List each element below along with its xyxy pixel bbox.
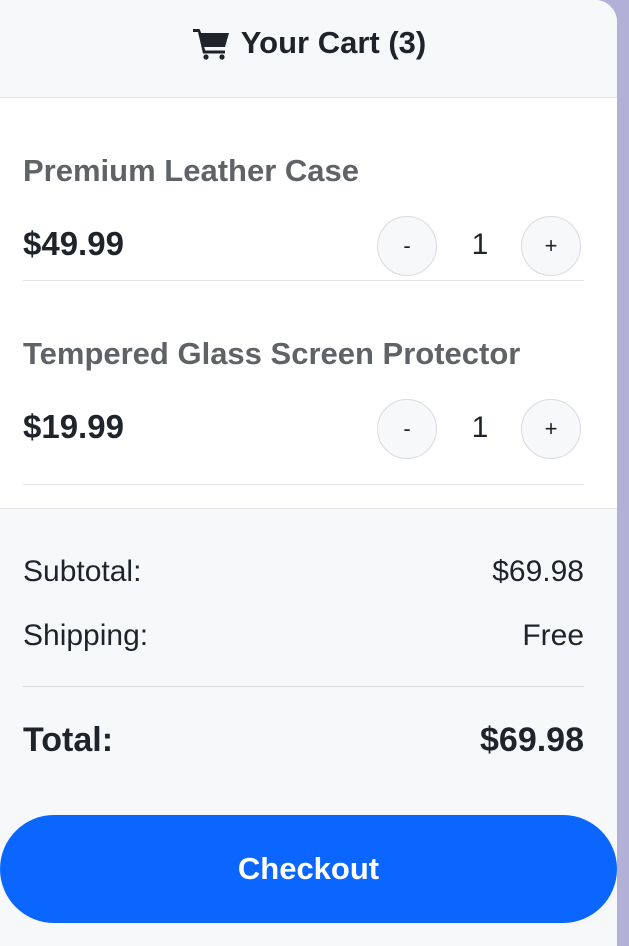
- shipping-row: Shipping: Free: [23, 619, 584, 653]
- item-name: Premium Leather Case: [23, 153, 359, 188]
- total-label: Total:: [23, 721, 114, 759]
- cart-items-list: Premium Leather Case $49.99 - 1 + Temper…: [0, 98, 617, 508]
- cart-header: Your Cart (3): [0, 0, 617, 98]
- item-name: Tempered Glass Screen Protector: [23, 336, 521, 371]
- checkout-button[interactable]: Checkout: [0, 815, 617, 923]
- cart-item: Premium Leather Case $49.99 - 1 +: [23, 98, 584, 281]
- subtotal-value: $69.98: [492, 555, 584, 588]
- item-price: $49.99: [23, 225, 124, 262]
- decrement-button[interactable]: -: [377, 399, 437, 459]
- cart-item: Tempered Glass Screen Protector $19.99 -…: [23, 303, 584, 485]
- shopping-cart-icon: [192, 28, 229, 60]
- decrement-button[interactable]: -: [377, 216, 437, 276]
- quantity-value: 1: [471, 228, 489, 261]
- increment-button[interactable]: +: [521, 399, 581, 459]
- item-price: $19.99: [23, 408, 124, 445]
- cart-panel: Your Cart (3) Premium Leather Case $49.9…: [0, 0, 617, 946]
- total-row: Total: $69.98: [23, 721, 584, 760]
- cart-title: Your Cart (3): [240, 24, 427, 60]
- increment-button[interactable]: +: [521, 216, 581, 276]
- quantity-value: 1: [471, 411, 489, 444]
- subtotal-row: Subtotal: $69.98: [23, 555, 584, 589]
- order-summary: Subtotal: $69.98 Shipping: Free Total: $…: [0, 508, 617, 946]
- total-value: $69.98: [480, 721, 584, 759]
- summary-divider: [23, 686, 584, 687]
- shipping-label: Shipping:: [23, 619, 149, 652]
- shipping-value: Free: [522, 619, 584, 652]
- subtotal-label: Subtotal:: [23, 555, 142, 588]
